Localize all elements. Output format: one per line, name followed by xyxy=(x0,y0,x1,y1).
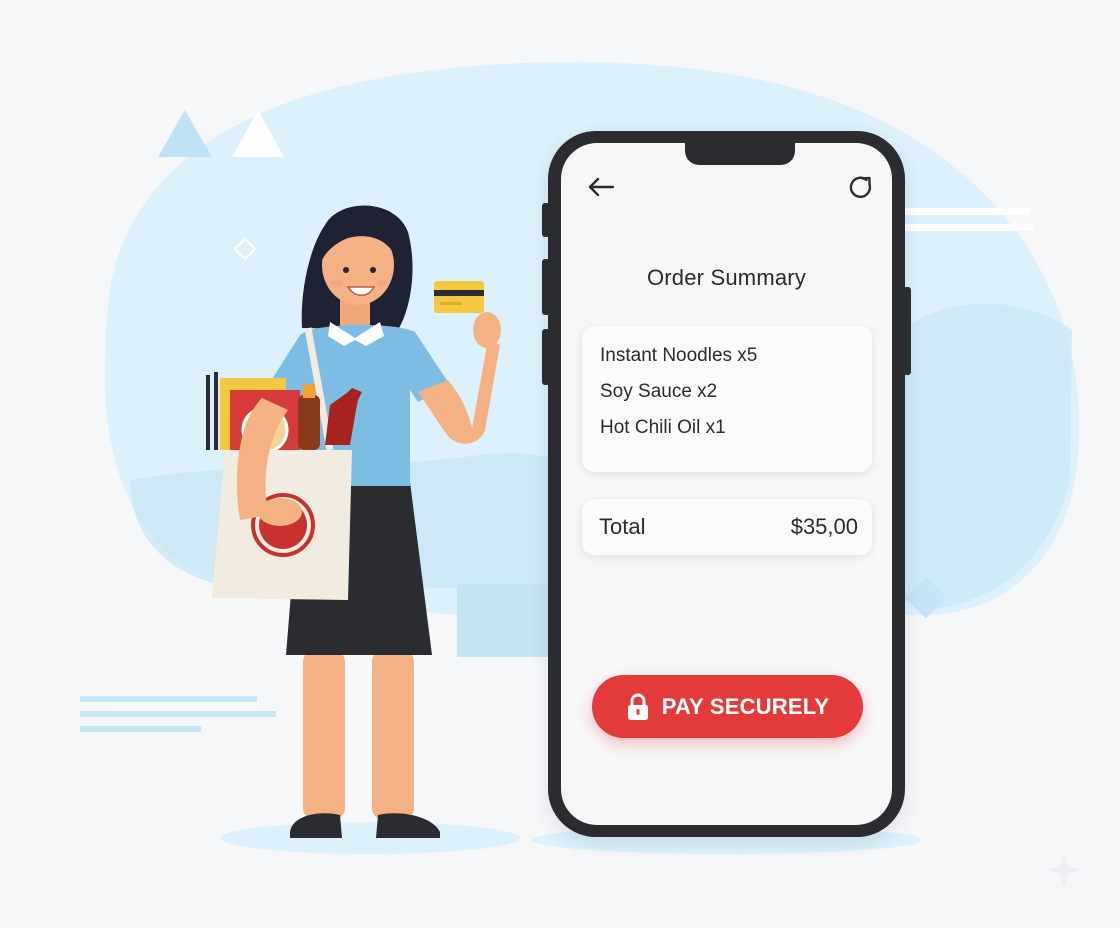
illustration-scene: Order Summary Instant Noodles x5 Soy Sau… xyxy=(0,0,1120,928)
order-summary-title: Order Summary xyxy=(646,265,807,290)
total-label: Total xyxy=(599,514,646,539)
chopsticks xyxy=(206,375,210,450)
order-item: Instant Noodles x5 xyxy=(600,345,758,366)
order-items-card: Instant Noodles x5 Soy Sauce x2 Hot Chil… xyxy=(582,326,872,472)
pay-securely-button[interactable]: PAY SECURELY xyxy=(592,675,863,738)
shoe xyxy=(376,813,440,838)
soy-sauce-bottle xyxy=(298,395,320,450)
phone-side-button xyxy=(542,259,550,315)
credit-card-icon xyxy=(434,281,484,313)
phone-power-button xyxy=(903,287,911,375)
phone-side-button xyxy=(542,329,550,385)
order-item: Soy Sauce x2 xyxy=(600,381,718,402)
shoe xyxy=(290,813,342,838)
phone-side-button xyxy=(542,203,550,237)
refresh-icon xyxy=(849,176,872,198)
shopper-figure xyxy=(206,205,501,838)
phone-notch xyxy=(685,143,795,165)
refresh-button[interactable] xyxy=(844,171,878,205)
deco-line xyxy=(905,224,1033,231)
order-item: Hot Chili Oil x1 xyxy=(600,417,726,438)
deco-line xyxy=(905,208,1030,215)
phone-screen: Order Summary Instant Noodles x5 Soy Sau… xyxy=(561,143,892,825)
shopper-illustration xyxy=(206,205,501,838)
phone-mockup: Order Summary Instant Noodles x5 Soy Sau… xyxy=(542,131,911,837)
back-button[interactable] xyxy=(584,170,618,204)
order-total-card: Total $35,00 xyxy=(582,499,872,555)
arrow-left-icon xyxy=(588,177,615,197)
lock-icon xyxy=(627,693,648,720)
total-value: $35,00 xyxy=(790,514,858,539)
background-wave xyxy=(900,303,1072,610)
sparkle-icon xyxy=(1048,852,1080,888)
pay-button-label: PAY SECURELY xyxy=(661,693,830,719)
